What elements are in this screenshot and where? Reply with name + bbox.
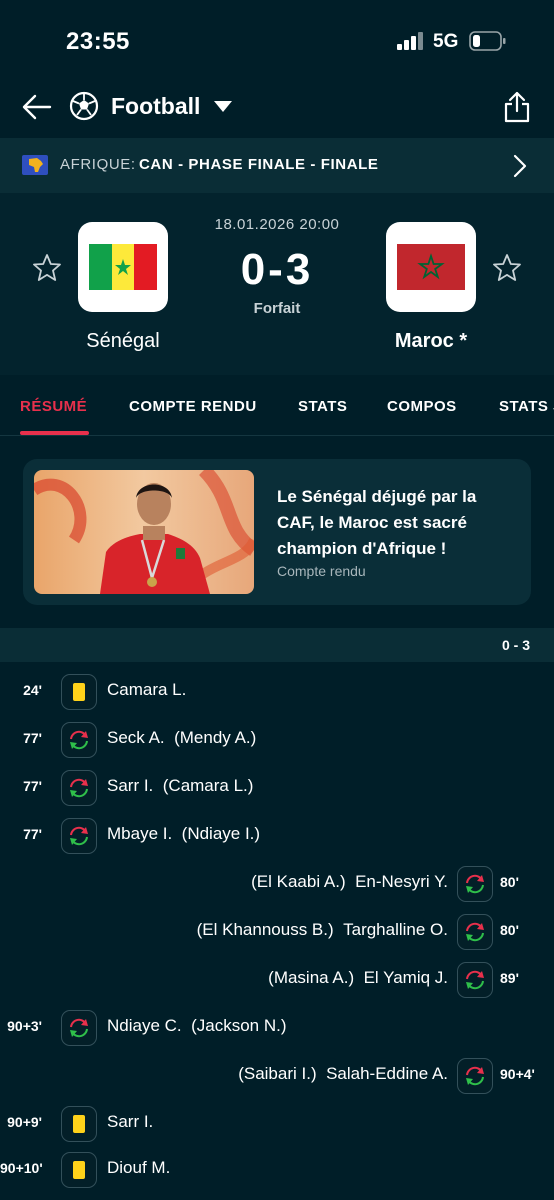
event-minute: 90+9' <box>7 1114 42 1130</box>
sport-selector[interactable]: Football <box>111 93 200 120</box>
event-player[interactable]: Mbaye I. (Ndiaye I.) <box>107 824 260 844</box>
top-nav: Football <box>0 80 554 136</box>
back-arrow-icon[interactable] <box>20 90 54 124</box>
substitution-icon <box>61 1010 97 1046</box>
summary-score: 0 - 3 <box>501 637 530 653</box>
event-row: 90+3' Ndiaye C. (Jackson N.) <box>0 1008 554 1048</box>
article-card[interactable]: Le Sénégal déjugé par la CAF, le Maroc e… <box>23 459 531 605</box>
event-minute: 24' <box>23 682 42 698</box>
tab-resume[interactable]: RÉSUMÉ <box>20 398 87 415</box>
event-minute: 90+4' <box>500 1066 535 1082</box>
match-datetime: 18.01.2026 20:00 <box>214 216 340 233</box>
yellow-card-icon <box>61 1106 97 1142</box>
home-team-logo[interactable] <box>78 222 168 312</box>
away-team-name[interactable]: Maroc * <box>351 330 511 353</box>
event-row: (Masina A.) El Yamiq J. 89' <box>0 960 554 1000</box>
signal-icon <box>397 32 423 50</box>
event-player[interactable]: Sarr I. <box>107 1112 153 1132</box>
battery-icon <box>469 31 506 51</box>
active-tab-indicator <box>20 431 89 435</box>
event-player[interactable]: (El Khannouss B.) Targhalline O. <box>197 920 448 940</box>
star-icon[interactable] <box>492 253 522 283</box>
event-player[interactable]: (Saibari I.) Salah-Eddine A. <box>238 1064 448 1084</box>
event-row: (El Kaabi A.) En-Nesyri Y. 80' <box>0 864 554 904</box>
event-row: 90+9' Sarr I. <box>0 1104 554 1144</box>
event-row: 24' Camara L. <box>0 672 554 712</box>
status-bar: 23:55 5G <box>0 0 554 80</box>
event-minute: 90+10' <box>0 1160 43 1176</box>
article-category: Compte rendu <box>277 563 366 579</box>
chevron-right-icon[interactable] <box>512 153 528 179</box>
event-player[interactable]: Diouf M. <box>107 1158 170 1178</box>
yellow-card-icon <box>61 1152 97 1188</box>
summary-score-bar: 0 - 3 <box>0 628 554 662</box>
africa-map-icon <box>22 155 48 175</box>
event-minute: 77' <box>23 826 42 842</box>
substitution-icon <box>457 1058 493 1094</box>
event-player[interactable]: Seck A. (Mendy A.) <box>107 728 256 748</box>
senegal-flag-icon <box>89 244 157 290</box>
network-type: 5G <box>433 31 459 52</box>
event-minute: 77' <box>23 778 42 794</box>
event-row: (El Khannouss B.) Targhalline O. 80' <box>0 912 554 952</box>
event-minute: 80' <box>500 922 519 938</box>
star-icon[interactable] <box>32 253 62 283</box>
substitution-icon <box>457 962 493 998</box>
substitution-icon <box>457 914 493 950</box>
event-minute: 77' <box>23 730 42 746</box>
event-player[interactable]: (Masina A.) El Yamiq J. <box>268 968 448 988</box>
substitution-icon <box>61 722 97 758</box>
tab-compte-rendu[interactable]: COMPTE RENDU <box>129 398 257 415</box>
match-header: Sénégal 18.01.2026 20:00 0-3 Forfait Mar… <box>0 193 554 375</box>
tab-stats[interactable]: STATS <box>298 398 347 415</box>
article-title[interactable]: Le Sénégal déjugé par la CAF, le Maroc e… <box>277 484 517 562</box>
competition-region: AFRIQUE: <box>60 156 136 173</box>
substitution-icon <box>61 770 97 806</box>
event-row: 90+10' Diouf M. <box>0 1150 554 1190</box>
event-row: 77' Sarr I. (Camara L.) <box>0 768 554 808</box>
chevron-down-icon[interactable] <box>213 100 233 113</box>
competition-name: CAN - PHASE FINALE - FINALE <box>139 156 379 173</box>
substitution-icon <box>61 818 97 854</box>
yellow-card-icon <box>61 674 97 710</box>
substitution-icon <box>457 866 493 902</box>
event-row: 77' Mbaye I. (Ndiaye I.) <box>0 816 554 856</box>
event-row: 77' Seck A. (Mendy A.) <box>0 720 554 760</box>
match-status: Forfait <box>253 300 301 317</box>
morocco-flag-icon <box>397 244 465 290</box>
football-icon <box>69 91 99 121</box>
event-player[interactable]: Camara L. <box>107 680 186 700</box>
event-player[interactable]: Sarr I. (Camara L.) <box>107 776 253 796</box>
competition-bar[interactable]: AFRIQUE: CAN - PHASE FINALE - FINALE <box>0 138 554 193</box>
clock: 23:55 <box>66 28 130 55</box>
away-team-logo[interactable] <box>386 222 476 312</box>
event-player[interactable]: Ndiaye C. (Jackson N.) <box>107 1016 287 1036</box>
event-minute: 80' <box>500 874 519 890</box>
tab-bar: RÉSUMÉ COMPTE RENDU STATS COMPOS STATS J… <box>0 376 554 436</box>
share-icon[interactable] <box>502 90 532 124</box>
event-player[interactable]: (El Kaabi A.) En-Nesyri Y. <box>251 872 448 892</box>
event-minute: 90+3' <box>7 1018 42 1034</box>
match-score: 0-3 <box>240 245 314 294</box>
event-row: (Saibari I.) Salah-Eddine A. 90+4' <box>0 1056 554 1096</box>
tab-compos[interactable]: COMPOS <box>387 398 457 415</box>
tab-stats-jo[interactable]: STATS JO <box>499 398 554 415</box>
home-team-name[interactable]: Sénégal <box>43 330 203 353</box>
event-minute: 89' <box>500 970 519 986</box>
article-thumbnail <box>34 470 254 594</box>
